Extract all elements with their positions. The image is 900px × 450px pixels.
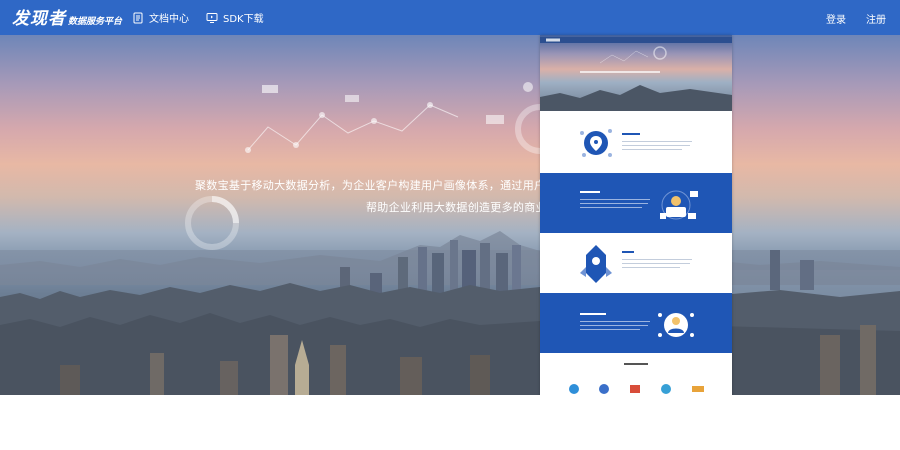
- site-logo[interactable]: 发现者 数据服务平台: [12, 7, 122, 29]
- top-navigation-bar: 发现者 数据服务平台 文档中心 SDK下载 登录 注册: [0, 0, 900, 35]
- page-preview-mockup: [540, 35, 732, 427]
- document-icon: [133, 12, 143, 23]
- preview-section-4: [540, 293, 732, 353]
- monitor-icon: [206, 12, 218, 23]
- hero-banner: 聚数宝基于移动大数据分析，为企业客户构建用户画像体系，通过用户细分 帮助企业利用…: [0, 35, 900, 395]
- preview-user-profile-illustration: [580, 313, 694, 337]
- city-skyline-background: [0, 82, 900, 395]
- preview-hero-image: [540, 35, 732, 111]
- register-link[interactable]: 注册: [866, 11, 886, 26]
- preview-rocket-illustration: [580, 245, 692, 283]
- preview-city-graphic: [540, 37, 732, 111]
- preview-location-illustration: [580, 129, 692, 157]
- nav-sdk-label: SDK下载: [223, 14, 264, 25]
- hero-tagline-line-1: 聚数宝基于移动大数据分析，为企业客户构建用户画像体系，通过用户细分: [195, 179, 568, 192]
- hero-tagline-line-2: 帮助企业利用大数据创造更多的商业价: [366, 201, 559, 214]
- preview-section-3: [540, 233, 732, 293]
- nav-docs-center[interactable]: 文档中心: [132, 10, 189, 25]
- preview-devices-illustration: [580, 190, 698, 220]
- preview-section-2: [540, 173, 732, 233]
- nav-sdk-download[interactable]: SDK下载: [206, 10, 264, 25]
- page-bottom-area: [0, 395, 900, 450]
- preview-section-1: [540, 111, 732, 173]
- nav-docs-label: 文档中心: [149, 14, 189, 25]
- login-link[interactable]: 登录: [826, 11, 846, 26]
- logo-sub-text: 数据服务平台: [68, 17, 123, 27]
- logo-main-text: 发现者: [12, 9, 66, 29]
